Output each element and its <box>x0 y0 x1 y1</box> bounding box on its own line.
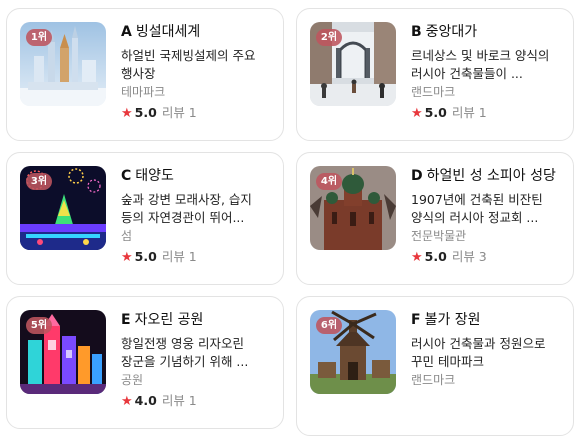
star-icon: ★ <box>411 106 423 121</box>
place-description: 1907년에 건축된 비잔틴 양식의 러시아 정교회 ... <box>411 192 543 225</box>
place-photo[interactable]: 3위 <box>20 166 106 250</box>
place-photo[interactable]: 5위 <box>20 310 106 394</box>
rating-score: 5.0 <box>424 105 447 120</box>
place-letter: B <box>411 24 422 40</box>
place-photo[interactable]: 2위 <box>310 22 396 106</box>
review-count: 리뷰 1 <box>161 393 197 408</box>
place-photo[interactable]: 6위 <box>310 310 396 394</box>
place-name: 자오린 공원 <box>134 312 204 328</box>
place-category: 랜드마크 <box>411 373 456 387</box>
place-card-d[interactable]: 4위 D 하얼빈 성 소피아 성당 1907년에 건축된 비잔틴 양식의 러시아 … <box>296 152 574 285</box>
review-count: 리뷰 3 <box>451 249 487 264</box>
place-category: 랜드마크 <box>411 85 456 99</box>
place-title[interactable]: C 태양도 <box>121 166 269 186</box>
rating-row: ★ 5.0 리뷰 1 <box>411 104 559 122</box>
rating-score: 5.0 <box>134 105 157 120</box>
place-description: 러시아 건축물과 정원으로 꾸민 테마파크 <box>411 336 546 369</box>
place-title[interactable]: A 빙설대세계 <box>121 22 269 42</box>
place-card-grid: 1위 A 빙설대세계 하얼빈 국제빙설제의 주요 행사장 테마파크 ★ 5.0 리뷰 … <box>0 0 574 436</box>
place-name: 볼가 장원 <box>424 312 481 328</box>
place-name: 하얼빈 성 소피아 성당 <box>426 168 556 184</box>
place-description: 숲과 강변 모래사장, 습지 등의 자연경관이 뛰어... <box>121 192 252 225</box>
review-count: 리뷰 1 <box>161 249 197 264</box>
star-icon: ★ <box>121 250 133 265</box>
place-title[interactable]: B 중앙대가 <box>411 22 559 42</box>
place-letter: D <box>411 168 423 184</box>
place-name: 빙설대세계 <box>135 24 201 40</box>
place-photo[interactable]: 4위 <box>310 166 396 250</box>
place-title[interactable]: D 하얼빈 성 소피아 성당 <box>411 166 559 186</box>
rating-score: 5.0 <box>134 249 157 264</box>
place-card-a[interactable]: 1위 A 빙설대세계 하얼빈 국제빙설제의 주요 행사장 테마파크 ★ 5.0 리뷰 … <box>6 8 284 141</box>
place-letter: A <box>121 24 132 40</box>
place-letter: F <box>411 312 421 328</box>
place-category: 섬 <box>121 229 133 243</box>
place-letter: C <box>121 168 132 184</box>
rank-badge: 1위 <box>26 29 52 46</box>
rating-row: ★ 5.0 리뷰 3 <box>411 248 559 266</box>
rank-badge: 5위 <box>26 317 52 334</box>
place-name: 중앙대가 <box>425 24 478 40</box>
place-card-f[interactable]: 6위 F 볼가 장원 러시아 건축물과 정원으로 꾸민 테마파크 랜드마크 <box>296 296 574 436</box>
place-title[interactable]: E 자오린 공원 <box>121 310 269 330</box>
rating-row: ★ 5.0 리뷰 1 <box>121 104 269 122</box>
place-letter: E <box>121 312 131 328</box>
rating-score: 5.0 <box>424 249 447 264</box>
rank-badge: 3위 <box>26 173 52 190</box>
rating-score: 4.0 <box>134 393 157 408</box>
rank-badge: 4위 <box>316 173 342 190</box>
rating-row: ★ 4.0 리뷰 1 <box>121 392 269 410</box>
place-category: 테마파크 <box>121 85 166 99</box>
place-description: 르네상스 및 바로크 양식의 러시아 건축물들이 ... <box>411 48 550 81</box>
review-count: 리뷰 1 <box>161 105 197 120</box>
rating-row: ★ 5.0 리뷰 1 <box>121 248 269 266</box>
star-icon: ★ <box>121 106 133 121</box>
place-photo[interactable]: 1위 <box>20 22 106 106</box>
rank-badge: 2위 <box>316 29 342 46</box>
place-description: 하얼빈 국제빙설제의 주요 행사장 <box>121 48 256 81</box>
place-card-b[interactable]: 2위 B 중앙대가 르네상스 및 바로크 양식의 러시아 건축물들이 ... 랜드… <box>296 8 574 141</box>
star-icon: ★ <box>121 394 133 409</box>
place-card-c[interactable]: 3위 C 태양도 숲과 강변 모래사장, 습지 등의 자연경관이 뛰어... 섬 … <box>6 152 284 285</box>
place-description: 항일전쟁 영웅 리자오린 장군을 기념하기 위해 ... <box>121 336 249 369</box>
place-category: 공원 <box>121 373 144 387</box>
place-title[interactable]: F 볼가 장원 <box>411 310 559 330</box>
star-icon: ★ <box>411 250 423 265</box>
place-card-e[interactable]: 5위 E 자오린 공원 항일전쟁 영웅 리자오린 장군을 기념하기 위해 ... … <box>6 296 284 429</box>
place-name: 태양도 <box>135 168 174 184</box>
review-count: 리뷰 1 <box>451 105 487 120</box>
place-category: 전문박물관 <box>411 229 467 243</box>
rank-badge: 6위 <box>316 317 342 334</box>
